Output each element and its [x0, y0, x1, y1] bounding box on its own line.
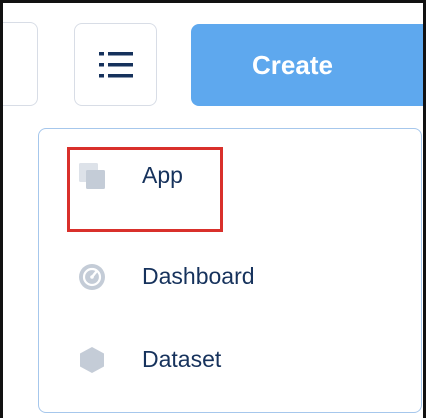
- menu-item-app[interactable]: App: [39, 143, 421, 207]
- dashboard-icon: [79, 264, 105, 290]
- dataset-icon: [80, 347, 104, 373]
- partial-input[interactable]: [3, 22, 38, 106]
- menu-item-label: App: [142, 162, 183, 188]
- menu-item-label: Dataset: [142, 346, 222, 372]
- menu-item-label: Dashboard: [142, 263, 255, 289]
- menu-item-dataset[interactable]: Dataset: [39, 327, 421, 391]
- menu-item-dashboard[interactable]: Dashboard: [39, 244, 421, 308]
- create-button[interactable]: Create: [191, 24, 424, 106]
- app-icon: [79, 163, 105, 189]
- list-view-button[interactable]: [74, 23, 157, 106]
- list-icon: [99, 52, 133, 78]
- create-dropdown-menu: App Dashboard Dataset: [38, 128, 422, 413]
